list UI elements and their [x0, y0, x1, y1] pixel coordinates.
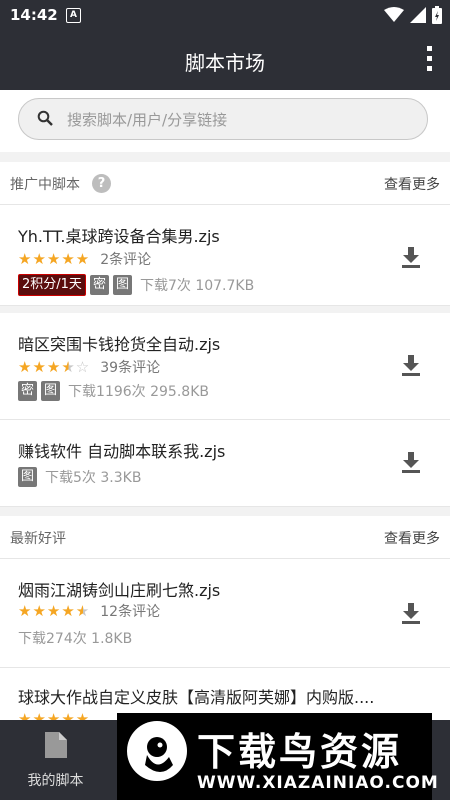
- download-stats: 下载1196次 295.8KB: [68, 384, 209, 400]
- image-tag: 图: [41, 381, 61, 401]
- comment-count: 2条评论: [100, 252, 152, 268]
- search-placeholder: 搜索脚本/用户/分享链接: [67, 111, 228, 129]
- script-meta: 下载274次 1.8KB: [18, 628, 132, 648]
- download-stats: 下载274次 1.8KB: [18, 631, 133, 647]
- search-area: 搜索脚本/用户/分享链接: [0, 90, 450, 152]
- download-icon[interactable]: [400, 601, 422, 625]
- search-input[interactable]: 搜索脚本/用户/分享链接: [18, 98, 428, 140]
- download-icon[interactable]: [400, 353, 422, 377]
- status-bar: 14:42 A: [0, 0, 450, 30]
- tab-my-scripts[interactable]: 我的脚本: [18, 732, 93, 790]
- signal-icon: [410, 7, 426, 23]
- watermark: 下载鸟资源 WWW.XIAZAINIAO.COM: [117, 713, 438, 800]
- encrypted-tag: 密: [89, 275, 109, 295]
- script-meta: 2积分/1天 密 图 下载7次 107.7KB: [18, 274, 254, 296]
- image-tag: 图: [18, 467, 38, 487]
- more-vert-icon[interactable]: [424, 46, 434, 74]
- status-time: 14:42: [10, 6, 58, 24]
- script-name: 暗区突围卡钱抢货全自动.zjs: [18, 335, 221, 354]
- script-meta: 密 图 下载1196次 295.8KB: [18, 381, 209, 401]
- notification-icon: A: [66, 8, 81, 23]
- script-name: 赚钱软件 自动脚本联系我.zjs: [18, 442, 226, 461]
- rating-stars: ★★★★ ★ 12条评论: [18, 602, 161, 620]
- watermark-url: WWW.XIAZAINIAO.COM: [197, 773, 439, 793]
- script-item[interactable]: 赚钱软件 自动脚本联系我.zjs 图 下载5次 3.3KB: [0, 420, 450, 507]
- file-icon: [44, 732, 67, 758]
- rating-stars: ★★★ ★ ☆ 39条评论: [18, 358, 161, 376]
- view-more-link[interactable]: 查看更多: [384, 174, 440, 194]
- search-icon: [37, 110, 53, 126]
- price-tag: 2积分/1天: [18, 274, 86, 296]
- script-name: 烟雨江湖铸剑山庄刷七煞.zjs: [18, 581, 221, 600]
- wifi-icon: [384, 7, 404, 22]
- download-icon[interactable]: [400, 245, 422, 269]
- script-meta: 图 下载5次 3.3KB: [18, 467, 141, 487]
- encrypted-tag: 密: [18, 381, 38, 401]
- download-icon[interactable]: [400, 450, 422, 474]
- recent-section-header: 最新好评 查看更多: [0, 516, 450, 559]
- script-name: 球球大作战自定义皮肤【高清版阿芙娜】内购版....: [18, 688, 375, 707]
- help-icon[interactable]: ?: [92, 174, 111, 193]
- script-item[interactable]: 暗区突围卡钱抢货全自动.zjs ★★★ ★ ☆ 39条评论 密 图 下载1196次 …: [0, 313, 450, 420]
- section-title: 最新好评: [10, 531, 66, 547]
- section-title: 推广中脚本: [10, 177, 80, 193]
- view-more-link[interactable]: 查看更多: [384, 528, 440, 548]
- bird-logo-icon: [127, 721, 187, 781]
- app-bar: 脚本市场: [0, 30, 450, 90]
- image-tag: 图: [112, 275, 132, 295]
- battery-icon: [432, 6, 442, 24]
- watermark-title: 下载鸟资源: [197, 730, 403, 774]
- tab-label: 我的脚本: [27, 773, 84, 789]
- script-name: Yh.TT.桌球跨设备合集男.zjs: [18, 227, 220, 246]
- rating-stars: ★★★★★ 2条评论: [18, 250, 152, 268]
- script-item[interactable]: 烟雨江湖铸剑山庄刷七煞.zjs ★★★★ ★ 12条评论 下载274次 1.8KB: [0, 559, 450, 668]
- promoted-section-header: 推广中脚本 ? 查看更多: [0, 162, 450, 205]
- comment-count: 12条评论: [100, 604, 161, 620]
- script-item[interactable]: Yh.TT.桌球跨设备合集男.zjs ★★★★★ 2条评论 2积分/1天 密 图…: [0, 205, 450, 306]
- page-title: 脚本市场: [185, 51, 265, 75]
- download-stats: 下载5次 3.3KB: [45, 470, 142, 486]
- comment-count: 39条评论: [100, 360, 161, 376]
- download-stats: 下载7次 107.7KB: [139, 278, 255, 294]
